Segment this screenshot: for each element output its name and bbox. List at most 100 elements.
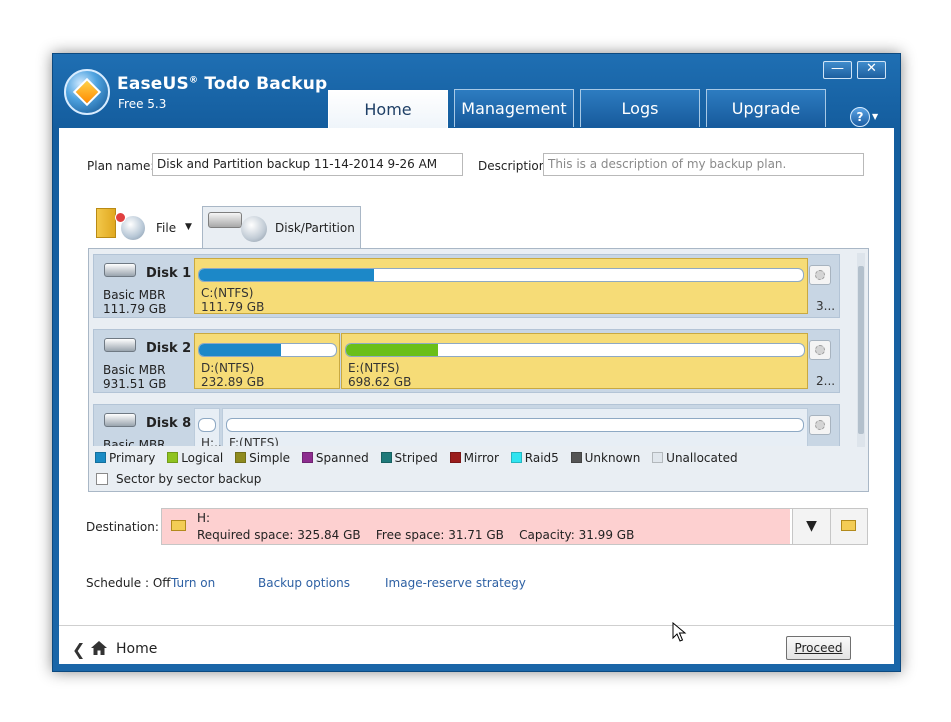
- file-dropdown-icon[interactable]: ▼: [185, 222, 192, 232]
- partition-size: 111.79 GB: [201, 300, 265, 314]
- disk-size: 111.79 GB: [103, 302, 167, 316]
- legend-item: Unallocated: [652, 451, 738, 465]
- legend-label: Unknown: [584, 451, 641, 465]
- legend-swatch: [652, 452, 664, 463]
- app-brand: EaseUS: [117, 74, 189, 94]
- disk-list: Disk 1 Basic MBR 111.79 GB C:(NTFS) 111.…: [93, 252, 844, 446]
- hard-drive-icon: [104, 413, 136, 427]
- partition-size: 232.89 GB: [201, 375, 265, 389]
- file-badge-icon: [115, 212, 126, 223]
- partition-name: F:(NTFS): [229, 436, 279, 446]
- disk-row[interactable]: Disk 2 Basic MBR 931.51 GB D:(NTFS) 232.…: [93, 329, 840, 393]
- browse-folder-icon[interactable]: [841, 520, 856, 531]
- hard-drive-icon: [104, 338, 136, 352]
- partition-usage-bar: [198, 418, 216, 432]
- footer-divider: [59, 625, 894, 626]
- partition-name: H:..: [201, 436, 222, 446]
- scrollbar-thumb[interactable]: [858, 266, 864, 434]
- disk-backup-icon: [241, 216, 267, 242]
- backup-options-link[interactable]: Backup options: [258, 576, 350, 590]
- disk-row[interactable]: Disk 8 Basic MBR H:.. F:(NTFS): [93, 404, 840, 446]
- disk-name: Disk 1: [146, 266, 192, 281]
- legend-label: Primary: [109, 451, 156, 465]
- destination-label: Destination:: [86, 520, 159, 534]
- help-icon[interactable]: ?: [850, 107, 870, 127]
- disk-type: Basic MBR: [103, 363, 166, 377]
- legend-label: Unallocated: [666, 451, 738, 465]
- destination-name: H:: [197, 511, 211, 525]
- partition-usage-bar: [198, 343, 337, 357]
- partition-e[interactable]: E:(NTFS) 698.62 GB: [341, 333, 808, 389]
- back-chevron-icon[interactable]: ❮: [72, 640, 85, 659]
- disk-size: 931.51 GB: [103, 377, 167, 391]
- partition-usage-bar: [345, 343, 805, 357]
- legend-label: Mirror: [463, 451, 499, 465]
- unallocated-icon[interactable]: [809, 265, 831, 285]
- chevron-down-icon: ▼: [806, 518, 817, 534]
- app-title: EaseUS® Todo Backup: [117, 74, 327, 94]
- minimize-button[interactable]: —: [823, 61, 852, 79]
- partition-usage-bar: [226, 418, 804, 432]
- description-label: Description:: [478, 159, 551, 173]
- legend-item: Simple: [235, 451, 290, 465]
- partition-usage-fill: [199, 344, 282, 356]
- legend-label: Spanned: [315, 451, 369, 465]
- folder-icon: [171, 520, 186, 531]
- legend-swatch: [380, 452, 392, 463]
- unallocated-size: 2...: [816, 374, 836, 388]
- legend-swatch: [95, 452, 106, 463]
- turn-on-schedule-link[interactable]: Turn on: [171, 576, 215, 590]
- footer-home-link[interactable]: Home: [116, 641, 157, 657]
- legend-item: Logical: [167, 451, 223, 465]
- description-input[interactable]: This is a description of my backup plan.: [543, 153, 864, 176]
- tab-upgrade[interactable]: Upgrade: [706, 89, 826, 127]
- file-tab-label[interactable]: File: [156, 221, 176, 235]
- tab-management[interactable]: Management: [454, 89, 574, 127]
- legend-swatch: [510, 452, 522, 463]
- hard-drive-icon: [104, 263, 136, 277]
- partition-legend: Primary Logical Simple Spanned Striped M…: [95, 451, 746, 467]
- tab-logs[interactable]: Logs: [580, 89, 700, 127]
- close-button[interactable]: ✕: [857, 61, 886, 79]
- proceed-button[interactable]: Proceed: [786, 636, 851, 660]
- partition-name: C:(NTFS): [201, 286, 254, 300]
- schedule-status: Schedule : Off: [86, 576, 171, 590]
- partition-size: 698.62 GB: [348, 375, 412, 389]
- sector-backup-checkbox[interactable]: [96, 473, 108, 485]
- sector-backup-label[interactable]: Sector by sector backup: [116, 472, 261, 486]
- disk-type: Basic MBR: [103, 438, 166, 446]
- disk-row[interactable]: Disk 1 Basic MBR 111.79 GB C:(NTFS) 111.…: [93, 254, 840, 318]
- unallocated-icon[interactable]: [809, 340, 831, 360]
- legend-swatch: [570, 452, 582, 463]
- app-version: Free 5.3: [118, 97, 167, 111]
- disk-tab-label[interactable]: Disk/Partition: [275, 221, 355, 235]
- home-icon[interactable]: [90, 640, 108, 656]
- legend-swatch: [235, 452, 247, 463]
- legend-item: Unknown: [570, 451, 641, 465]
- legend-item: Raid5: [510, 451, 559, 465]
- tab-home[interactable]: Home: [328, 90, 448, 130]
- destination-space-info: Required space: 325.84 GB Free space: 31…: [197, 528, 635, 542]
- legend-label: Striped: [394, 451, 438, 465]
- plan-name-input[interactable]: Disk and Partition backup 11-14-2014 9-2…: [152, 153, 463, 176]
- partition-d[interactable]: D:(NTFS) 232.89 GB: [194, 333, 340, 389]
- mouse-cursor-icon: [672, 622, 687, 642]
- legend-item: Spanned: [301, 451, 369, 465]
- disk-name: Disk 2: [146, 341, 192, 356]
- help-caret-icon[interactable]: ▼: [872, 112, 878, 121]
- image-reserve-strategy-link[interactable]: Image-reserve strategy: [385, 576, 526, 590]
- partition-usage-bar: [198, 268, 804, 282]
- unallocated-icon[interactable]: [809, 415, 831, 435]
- partition-h[interactable]: H:..: [194, 408, 222, 446]
- legend-label: Logical: [181, 451, 224, 465]
- partition-c[interactable]: C:(NTFS) 111.79 GB: [194, 258, 808, 314]
- close-icon: ✕: [866, 61, 877, 76]
- destination-dropdown-button[interactable]: ▼: [792, 509, 830, 544]
- legend-label: Simple: [249, 451, 291, 465]
- partition-usage-fill: [346, 344, 438, 356]
- unallocated-size: 3...: [816, 299, 836, 313]
- legend-swatch: [167, 452, 179, 463]
- legend-item: Primary: [95, 451, 155, 465]
- partition-f[interactable]: F:(NTFS): [222, 408, 808, 446]
- legend-label: Raid5: [524, 451, 559, 465]
